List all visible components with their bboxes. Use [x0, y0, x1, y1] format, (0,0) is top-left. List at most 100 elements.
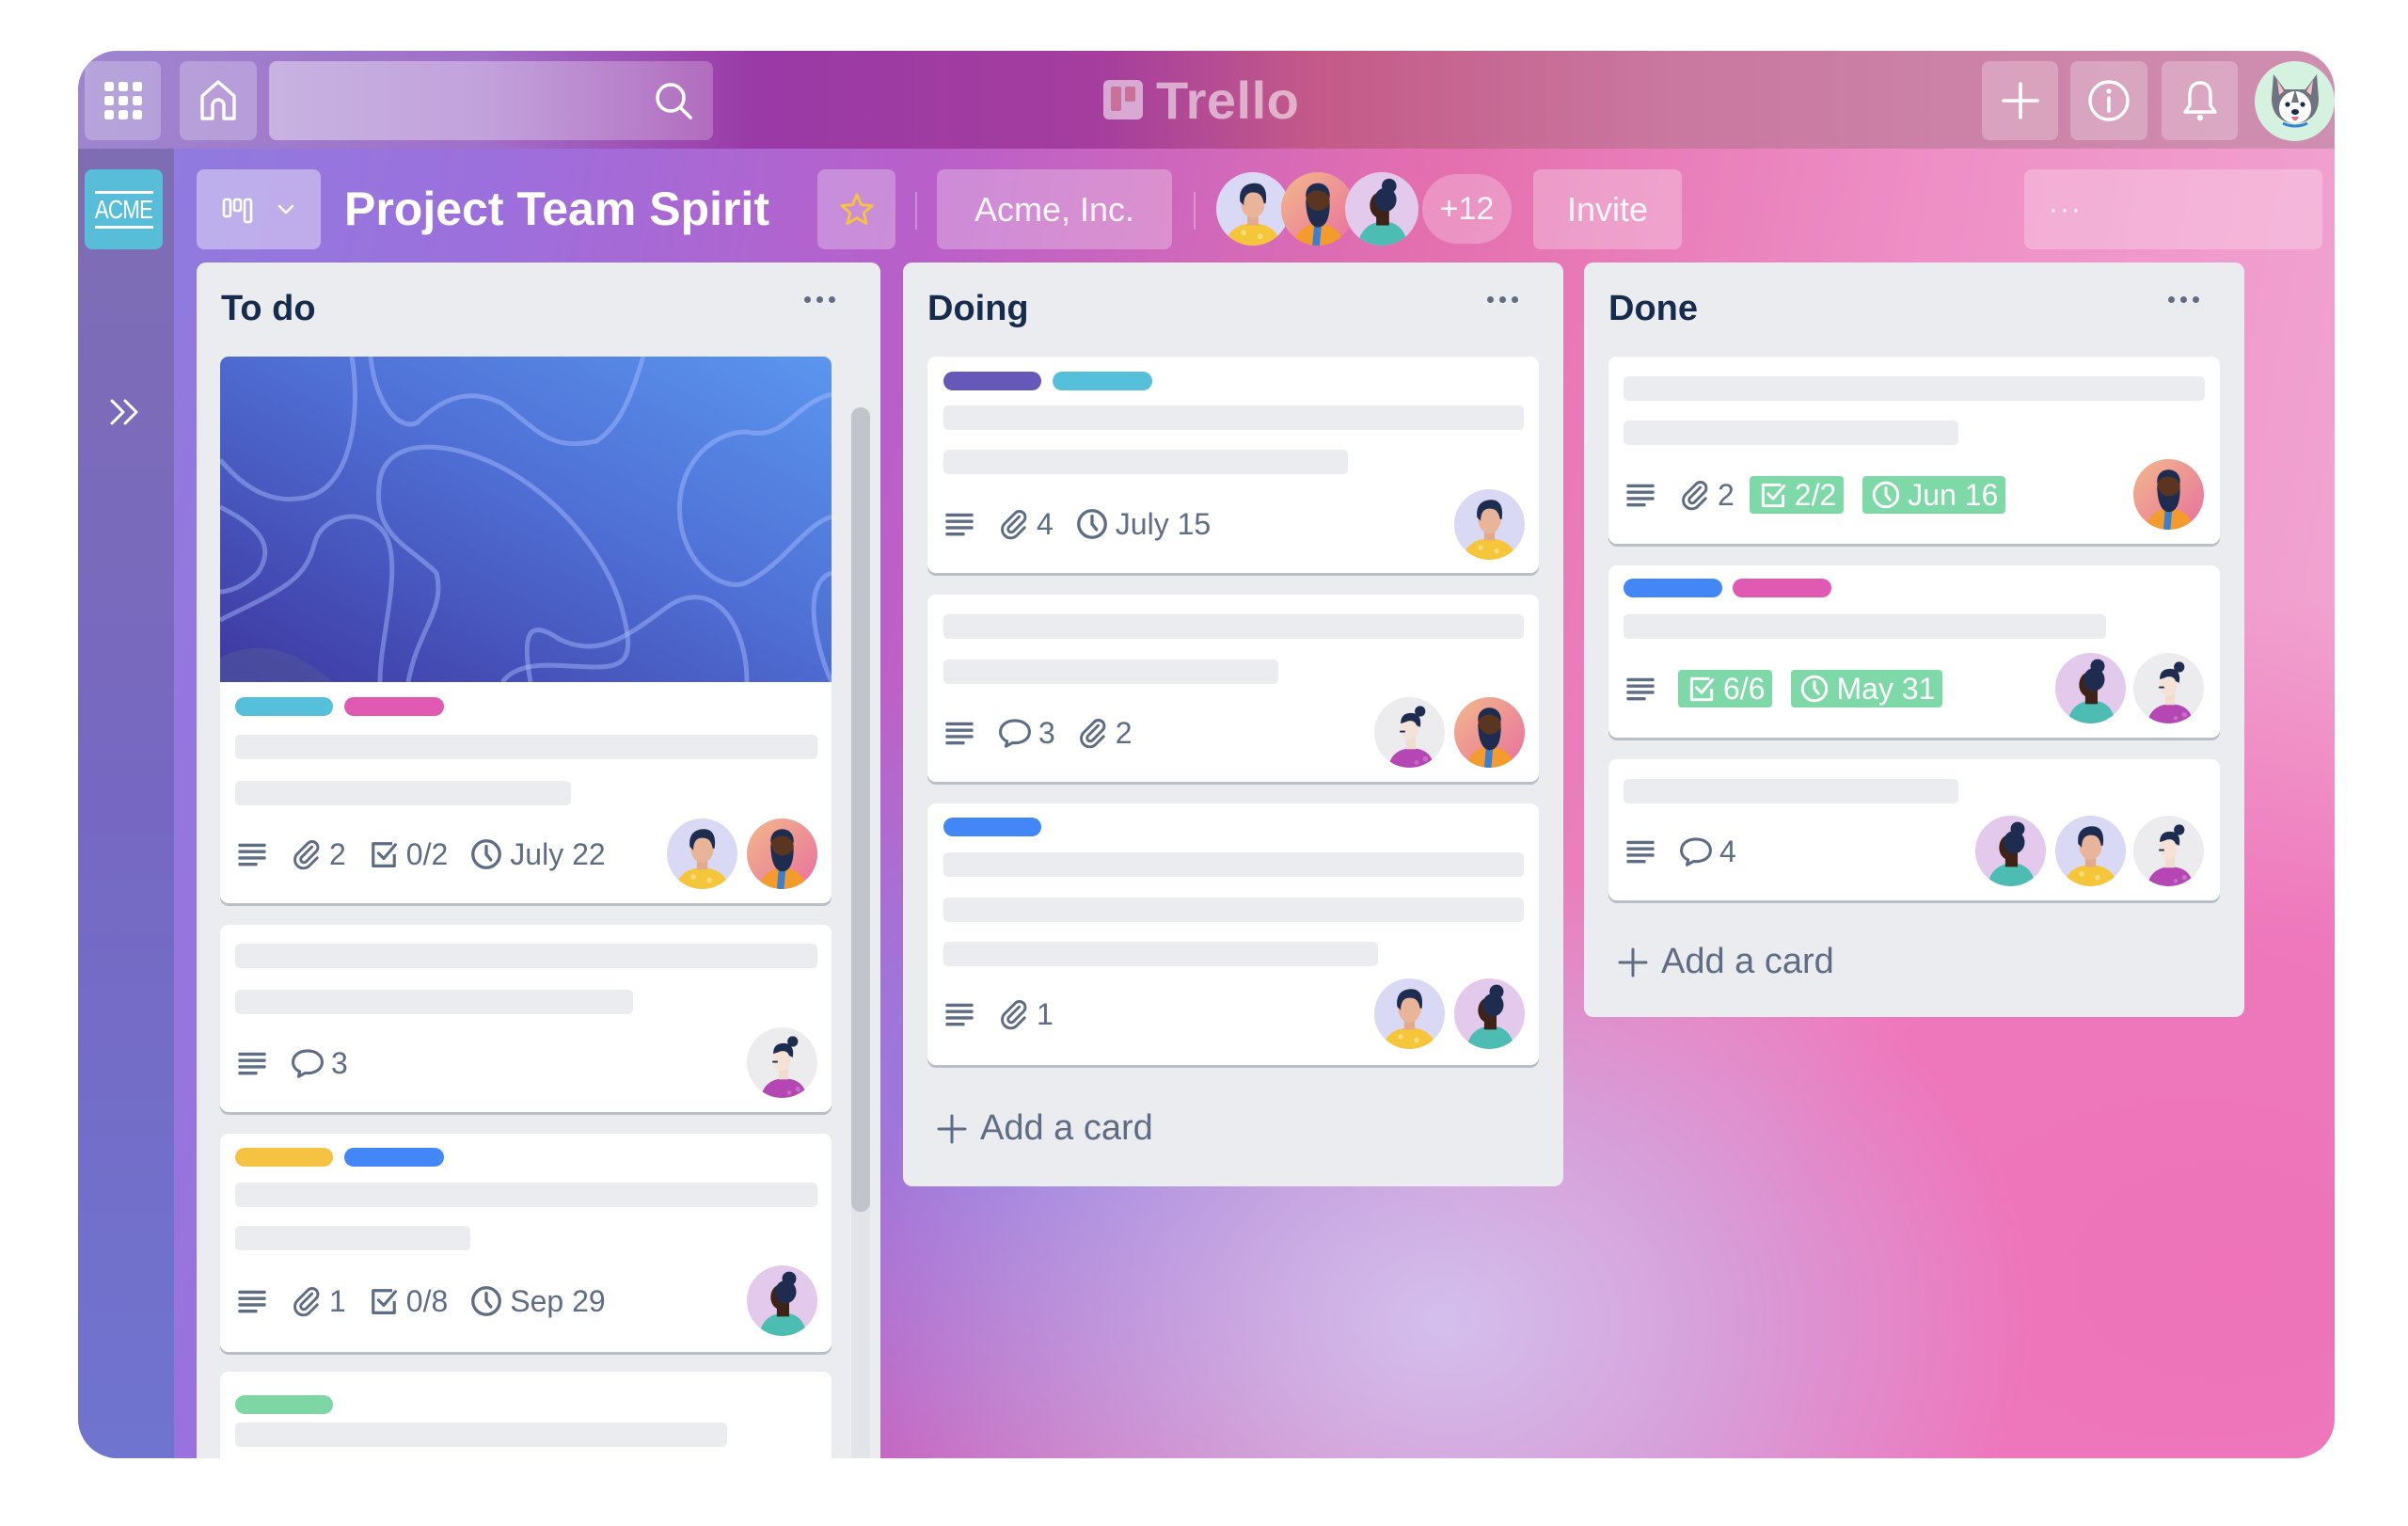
trello-window: Trello ACME Project Team Spirit Acme, In…	[78, 51, 2335, 1458]
card-label	[344, 697, 444, 716]
workspace-logo-text: ACME	[94, 194, 153, 224]
due-date-complete-badge[interactable]: Jun 16	[1862, 476, 2006, 514]
attachments-count: 2	[1115, 715, 1133, 750]
paperclip-icon	[1678, 478, 1712, 512]
due-date-badge[interactable]: Sep 29	[468, 1283, 606, 1319]
search-input[interactable]	[269, 61, 713, 140]
card[interactable]: 4	[1608, 759, 2220, 900]
scrollbar-thumb[interactable]	[851, 407, 870, 1212]
checklist-count: 0/8	[405, 1283, 449, 1318]
avatar-yellow-shirt-icon	[1216, 172, 1290, 246]
info-button[interactable]	[2070, 61, 2147, 140]
card[interactable]	[220, 1372, 832, 1458]
due-date: July 22	[510, 836, 606, 871]
card-label	[1733, 579, 1831, 597]
list-doing: Doing 4 July 15 3 2 1 Add a card	[903, 262, 1563, 1186]
card-member-avatar[interactable]	[1454, 697, 1525, 768]
board-title[interactable]: Project Team Spirit	[344, 175, 769, 243]
avatar-bearded-icon	[1454, 697, 1525, 768]
due-date-complete-badge[interactable]: May 31	[1791, 670, 1943, 707]
member-avatar[interactable]	[1216, 172, 1290, 246]
workspace-button[interactable]: Acme, Inc.	[937, 169, 1172, 249]
star-board-button[interactable]	[817, 169, 895, 249]
more-members-count[interactable]: +12	[1422, 174, 1512, 244]
attachments-badge: 2	[290, 837, 346, 872]
due-date: Jun 16	[1908, 477, 1999, 512]
add-card-label: Add a card	[980, 1108, 1153, 1148]
plus-icon	[2001, 82, 2039, 119]
card-member-avatar[interactable]	[747, 819, 817, 889]
list-title[interactable]: To do	[221, 289, 316, 329]
comments-badge: 4	[1678, 834, 1736, 869]
checklist-count: 6/6	[1723, 671, 1766, 706]
list-title[interactable]: Done	[1608, 289, 1698, 329]
card-title-placeholder	[235, 944, 817, 968]
create-button[interactable]	[1982, 61, 2058, 140]
avatar-bun-purple-icon	[2133, 653, 2204, 723]
apps-switcher-button[interactable]	[85, 61, 161, 140]
card-member-avatar[interactable]	[747, 1265, 817, 1336]
card-member-avatar[interactable]	[1374, 697, 1445, 768]
member-avatar[interactable]	[1281, 172, 1354, 246]
card-member-avatar[interactable]	[1374, 978, 1445, 1049]
card[interactable]: 1	[927, 803, 1539, 1065]
logo-bar-top	[94, 190, 153, 194]
card[interactable]: 3 2	[927, 595, 1539, 782]
list-title[interactable]: Doing	[927, 289, 1029, 329]
checklist-badge: 0/2	[367, 837, 448, 872]
add-card-button[interactable]: Add a card	[1618, 942, 1834, 982]
member-avatar[interactable]	[1345, 172, 1418, 246]
card[interactable]: 1 0/8 Sep 29	[220, 1134, 832, 1352]
home-button[interactable]	[180, 61, 257, 140]
card[interactable]: 6/6 May 31	[1608, 565, 2220, 738]
paperclip-icon	[290, 1284, 324, 1318]
expand-sidebar-button[interactable]	[106, 395, 144, 434]
card-member-avatar[interactable]	[1454, 489, 1525, 560]
board-menu-button[interactable]: ···	[2024, 169, 2322, 249]
add-card-button[interactable]: Add a card	[937, 1108, 1153, 1149]
card-title-placeholder	[235, 1423, 727, 1447]
search-field[interactable]	[269, 61, 645, 140]
card-label	[943, 818, 1041, 836]
card-member-avatar[interactable]	[2055, 653, 2126, 723]
card[interactable]: 3	[220, 925, 832, 1112]
avatar-yellow-shirt-icon	[667, 819, 737, 889]
avatar-yellow-shirt-icon	[1374, 978, 1445, 1049]
card-member-avatar[interactable]	[667, 819, 737, 889]
card-badges: 2 0/2 July 22	[235, 835, 626, 873]
more-icon: ···	[2049, 193, 2083, 225]
card[interactable]: 2 0/2 July 22	[220, 357, 832, 903]
avatar-yellow-shirt-icon	[1454, 489, 1525, 560]
invite-button[interactable]: Invite	[1533, 169, 1682, 249]
clock-icon	[1870, 479, 1902, 511]
list-scrollbar[interactable]	[851, 407, 870, 1458]
due-date-badge[interactable]: July 22	[468, 836, 606, 872]
header-divider	[915, 192, 917, 230]
trello-logo[interactable]: Trello	[1103, 68, 1299, 132]
card-member-avatar[interactable]	[747, 1027, 817, 1098]
user-avatar[interactable]	[2255, 61, 2335, 141]
card-member-avatar[interactable]	[1975, 816, 2046, 886]
list-menu-button[interactable]	[2168, 296, 2199, 303]
card-title-placeholder	[943, 942, 1378, 966]
notifications-button[interactable]	[2162, 61, 2238, 140]
card-badges: 1 0/8 Sep 29	[235, 1282, 626, 1320]
card-member-avatar[interactable]	[2133, 459, 2204, 530]
card-title-placeholder	[235, 990, 633, 1014]
search-icon[interactable]	[653, 80, 694, 121]
double-chevron-right-icon	[110, 399, 138, 425]
workspace-logo[interactable]: ACME	[85, 169, 163, 249]
checklist-icon	[1686, 673, 1718, 705]
card-label	[1624, 579, 1722, 597]
card-member-avatar[interactable]	[2055, 816, 2126, 886]
board-view-switcher[interactable]	[197, 169, 321, 249]
card-member-avatar[interactable]	[2133, 816, 2204, 886]
card-member-avatar[interactable]	[1454, 978, 1525, 1049]
home-icon	[200, 80, 236, 120]
card[interactable]: 2 2/2 Jun 16	[1608, 357, 2220, 544]
list-menu-button[interactable]	[804, 296, 835, 303]
card-member-avatar[interactable]	[2133, 653, 2204, 723]
card[interactable]: 4 July 15	[927, 357, 1539, 573]
list-menu-button[interactable]	[1487, 296, 1518, 303]
due-date-badge[interactable]: July 15	[1074, 506, 1211, 542]
